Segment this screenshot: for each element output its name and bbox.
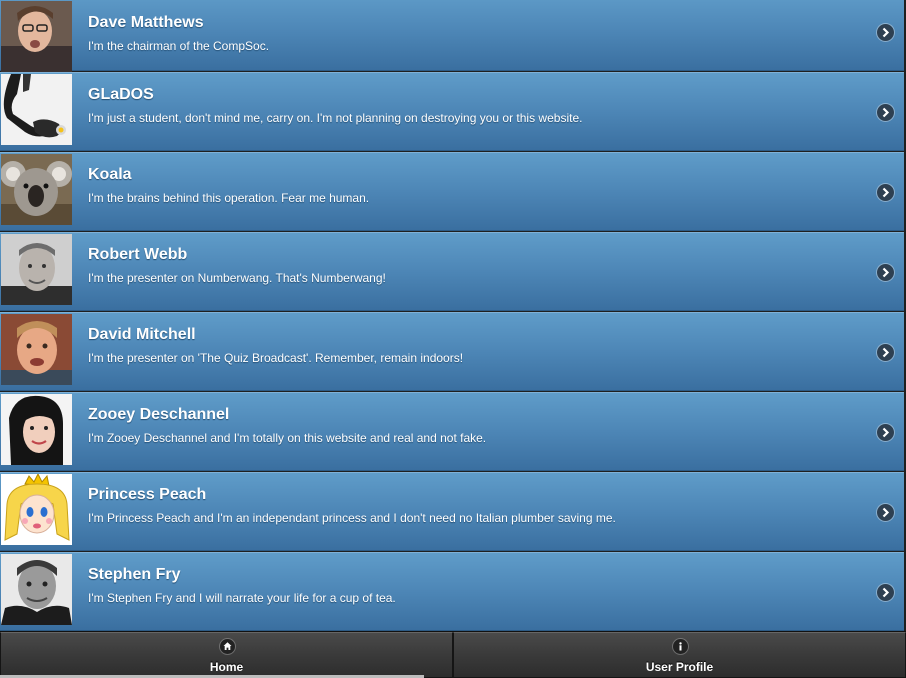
user-name: Robert Webb [88, 246, 188, 263]
avatar [1, 234, 72, 305]
user-bio: I'm the presenter on 'The Quiz Broadcast… [88, 351, 464, 365]
user-name: David Mitchell [88, 326, 196, 343]
list-item[interactable]: Koala I'm the brains behind this operati… [0, 152, 904, 231]
chevron-right-icon [877, 584, 894, 601]
avatar [1, 154, 72, 225]
user-bio: I'm Zooey Deschannel and I'm totally on … [88, 431, 487, 445]
list-item[interactable]: GLaDOS I'm just a student, don't mind me… [0, 72, 904, 151]
list-item[interactable]: Robert Webb I'm the presenter on Numberw… [0, 232, 904, 311]
user-name: Dave Matthews [88, 14, 204, 31]
user-name: Zooey Deschannel [88, 406, 230, 423]
list-item[interactable]: Stephen Fry I'm Stephen Fry and I will n… [0, 552, 904, 631]
avatar [1, 314, 72, 385]
list-item[interactable]: Zooey Deschannel I'm Zooey Deschannel an… [0, 392, 904, 471]
cartoon-princess-icon [1, 474, 72, 545]
user-bio: I'm just a student, don't mind me, carry… [88, 111, 583, 125]
user-profile-button[interactable]: User Profile [453, 632, 906, 678]
user-bio: I'm the brains behind this operation. Fe… [88, 191, 370, 205]
chevron-right-icon [877, 184, 894, 201]
home-label: Home [209, 660, 244, 674]
list-item[interactable]: Princess Peach I'm Princess Peach and I'… [0, 472, 904, 551]
chevron-right-icon [877, 264, 894, 281]
bottom-navbar: Home User Profile [0, 631, 906, 678]
user-name: GLaDOS [88, 86, 154, 103]
person-photo-icon [1, 394, 72, 465]
user-bio: I'm the chairman of the CompSoc. [88, 39, 270, 53]
chevron-right-icon [877, 344, 894, 361]
user-profile-label: User Profile [645, 660, 714, 674]
list-item[interactable]: David Mitchell I'm the presenter on 'The… [0, 312, 904, 391]
person-photo-icon [1, 314, 72, 385]
list-item[interactable]: Dave Matthews I'm the chairman of the Co… [0, 0, 904, 72]
home-icon [219, 639, 235, 654]
user-bio: I'm Stephen Fry and I will narrate your … [88, 591, 396, 605]
person-photo-icon [1, 234, 72, 305]
robot-photo-icon [1, 74, 72, 145]
avatar [1, 474, 72, 545]
info-icon [672, 639, 688, 654]
chevron-right-icon [877, 504, 894, 521]
person-photo-icon [1, 1, 72, 72]
person-photo-icon [1, 554, 72, 625]
user-name: Koala [88, 166, 132, 183]
koala-photo-icon [1, 154, 72, 225]
user-list: Dave Matthews I'm the chairman of the Co… [0, 0, 906, 631]
chevron-right-icon [877, 24, 894, 41]
avatar [1, 1, 72, 72]
user-name: Princess Peach [88, 486, 207, 503]
avatar [1, 394, 72, 465]
user-bio: I'm Princess Peach and I'm an independan… [88, 511, 616, 525]
home-button[interactable]: Home [0, 632, 453, 678]
chevron-right-icon [877, 104, 894, 121]
avatar [1, 74, 72, 145]
avatar [1, 554, 72, 625]
user-name: Stephen Fry [88, 566, 181, 583]
user-bio: I'm the presenter on Numberwang. That's … [88, 271, 386, 285]
chevron-right-icon [877, 424, 894, 441]
